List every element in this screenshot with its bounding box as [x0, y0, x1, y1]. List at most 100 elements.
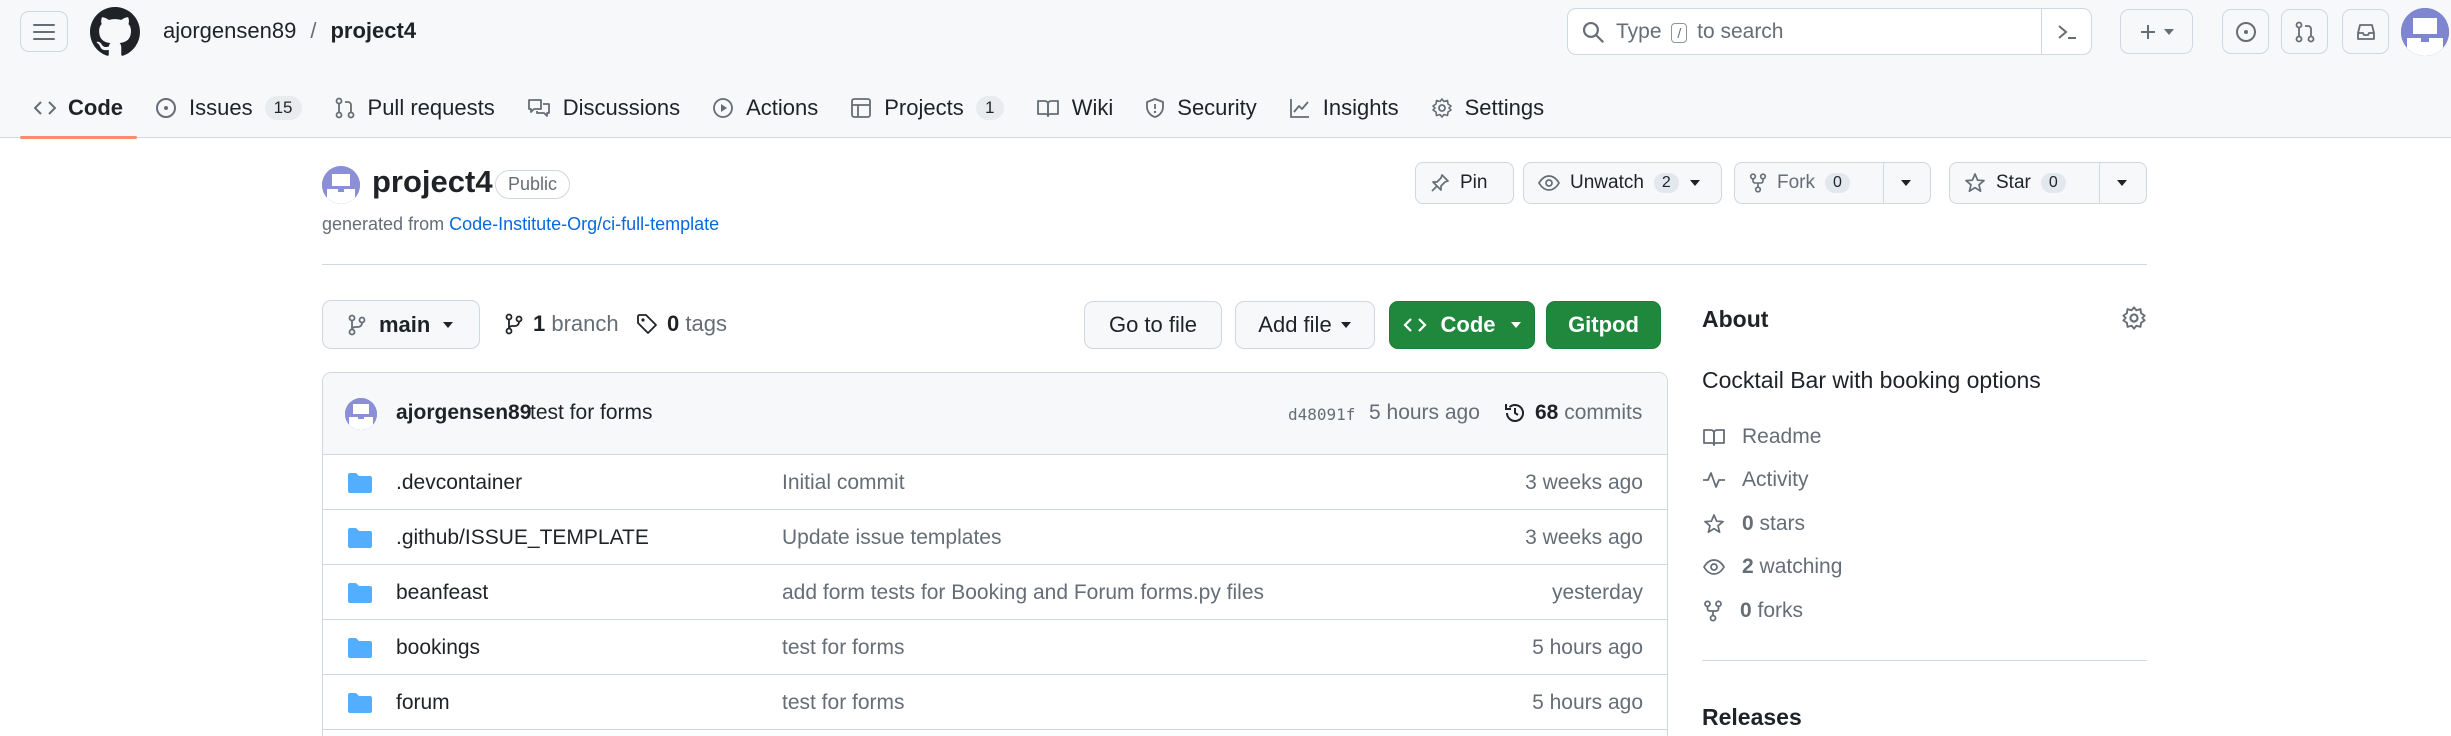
branches-link[interactable]: 1 branch: [504, 311, 619, 337]
github-logo-icon[interactable]: [90, 7, 140, 57]
commit-author[interactable]: ajorgensen89: [396, 401, 531, 425]
file-row[interactable]: beanfeast add form tests for Booking and…: [323, 565, 1667, 620]
search-placeholder-suffix: to search: [1697, 19, 1784, 43]
issues-counter: 15: [264, 96, 302, 120]
tab-pull-requests[interactable]: Pull requests: [318, 82, 511, 134]
tab-insights[interactable]: Insights: [1273, 82, 1415, 134]
caret-down-icon: [1689, 180, 1700, 186]
fork-button[interactable]: Fork 0: [1734, 162, 1931, 204]
create-new-button[interactable]: [2120, 9, 2193, 54]
repo-name[interactable]: project4: [372, 164, 493, 200]
commit-message[interactable]: test for forms: [530, 401, 653, 425]
file-row[interactable]: forum test for forms 5 hours ago: [323, 675, 1667, 730]
menu-button[interactable]: [20, 11, 68, 52]
file-commit-time: 5 hours ago: [1532, 636, 1643, 659]
file-commit-message[interactable]: add form tests for Booking and Forum for…: [782, 581, 1264, 605]
file-name[interactable]: .devcontainer: [396, 471, 522, 495]
fork-dropdown[interactable]: [1884, 163, 1928, 203]
owner-avatar[interactable]: [322, 166, 360, 204]
command-palette-button[interactable]: [2041, 9, 2091, 54]
forks-link[interactable]: 0 forks: [1702, 599, 1803, 623]
git-pull-request-icon: [2295, 21, 2314, 42]
go-to-file-button[interactable]: Go to file: [1084, 301, 1222, 349]
repo-description: Cocktail Bar with booking options: [1702, 367, 2041, 393]
file-commit-message[interactable]: Initial commit: [782, 471, 905, 495]
tab-code[interactable]: Code: [18, 82, 139, 139]
file-row[interactable]: .github/ISSUE_TEMPLATE Update issue temp…: [323, 510, 1667, 565]
tab-settings[interactable]: Settings: [1415, 82, 1561, 134]
tab-security[interactable]: Security: [1129, 82, 1272, 134]
branch-selector[interactable]: main: [322, 300, 480, 349]
inbox-button[interactable]: [2342, 9, 2389, 54]
star-icon: [1704, 514, 1724, 534]
releases-heading[interactable]: Releases: [1702, 704, 1802, 731]
file-commit-message[interactable]: Update issue templates: [782, 526, 1001, 550]
tab-label: Security: [1177, 95, 1257, 120]
stars-label: stars: [1759, 512, 1806, 535]
gear-icon: [1431, 98, 1452, 118]
tags-link[interactable]: 0 tags: [636, 311, 727, 337]
readme-label: Readme: [1742, 425, 1822, 448]
tab-wiki[interactable]: Wiki: [1020, 82, 1130, 134]
stars-link[interactable]: 0 stars: [1702, 512, 1805, 536]
code-icon: [34, 101, 56, 115]
readme-link[interactable]: Readme: [1702, 425, 1821, 449]
repo-forked-icon: [1749, 173, 1767, 193]
tab-actions[interactable]: Actions: [696, 82, 834, 134]
star-button[interactable]: Star 0: [1949, 162, 2147, 204]
file-commit-message[interactable]: test for forms: [782, 636, 905, 660]
folder-icon: [348, 638, 372, 658]
file-row[interactable]: bookings test for forms 5 hours ago: [323, 620, 1667, 675]
gitpod-button[interactable]: Gitpod: [1546, 301, 1661, 349]
repo-link[interactable]: project4: [330, 18, 416, 44]
code-icon: [1402, 318, 1427, 332]
edit-about-button[interactable]: [2121, 305, 2147, 331]
file-name[interactable]: forum: [396, 691, 450, 715]
commit-time: 5 hours ago: [1369, 401, 1480, 424]
file-name[interactable]: bookings: [396, 636, 480, 660]
comment-discussion-icon: [527, 99, 550, 117]
add-file-label: Add file: [1258, 312, 1332, 337]
issue-opened-icon: [2235, 21, 2256, 42]
repo-forked-icon: [1704, 600, 1722, 622]
fork-label: Fork: [1777, 172, 1815, 193]
unwatch-button[interactable]: Unwatch 2: [1523, 162, 1722, 204]
pin-button[interactable]: Pin: [1415, 162, 1514, 204]
activity-link[interactable]: Activity: [1702, 468, 1809, 492]
issues-button[interactable]: [2222, 9, 2269, 54]
commits-link[interactable]: 68 commits: [1503, 401, 1642, 425]
file-commit-message[interactable]: test for forms: [782, 691, 905, 715]
table-icon: [851, 98, 872, 118]
go-to-file-label: Go to file: [1108, 312, 1198, 337]
user-avatar[interactable]: [2401, 8, 2449, 56]
pulse-icon: [1703, 472, 1725, 488]
owner-link[interactable]: ajorgensen89: [163, 18, 296, 44]
code-button[interactable]: Code: [1389, 301, 1535, 349]
pull-requests-button[interactable]: [2281, 9, 2328, 54]
tab-label: Discussions: [562, 95, 681, 120]
tab-issues[interactable]: Issues 15: [139, 82, 318, 134]
gear-icon: [2122, 306, 2146, 330]
watching-link[interactable]: 2 watching: [1702, 555, 1842, 579]
file-row[interactable]: .devcontainer Initial commit 3 weeks ago: [323, 455, 1667, 510]
terminal-icon: [2057, 24, 2076, 39]
star-icon: [1965, 173, 1985, 193]
star-dropdown[interactable]: [2100, 163, 2144, 203]
tag-icon: [637, 314, 657, 334]
search-input[interactable]: Type / to search: [1567, 8, 2092, 55]
tab-projects[interactable]: Projects 1: [834, 82, 1019, 134]
add-file-button[interactable]: Add file: [1235, 301, 1375, 349]
file-browser: ajorgensen89 test for forms d48091f 5 ho…: [322, 372, 1668, 736]
caret-down-icon: [2117, 180, 2127, 186]
repo-nav: Code Issues 15 Pull requests Discussions…: [18, 82, 1561, 139]
star-count: 0: [2040, 173, 2066, 193]
commit-sha[interactable]: d48091f: [1288, 405, 1355, 424]
file-name[interactable]: beanfeast: [396, 581, 488, 605]
unwatch-label: Unwatch: [1570, 172, 1644, 193]
caret-down-icon: [2163, 28, 2174, 35]
commit-author-avatar[interactable]: [345, 398, 377, 430]
file-name[interactable]: .github/ISSUE_TEMPLATE: [396, 526, 649, 550]
template-link[interactable]: Code-Institute-Org/ci-full-template: [449, 214, 719, 234]
forks-label: forks: [1757, 599, 1804, 622]
tab-discussions[interactable]: Discussions: [511, 82, 696, 134]
